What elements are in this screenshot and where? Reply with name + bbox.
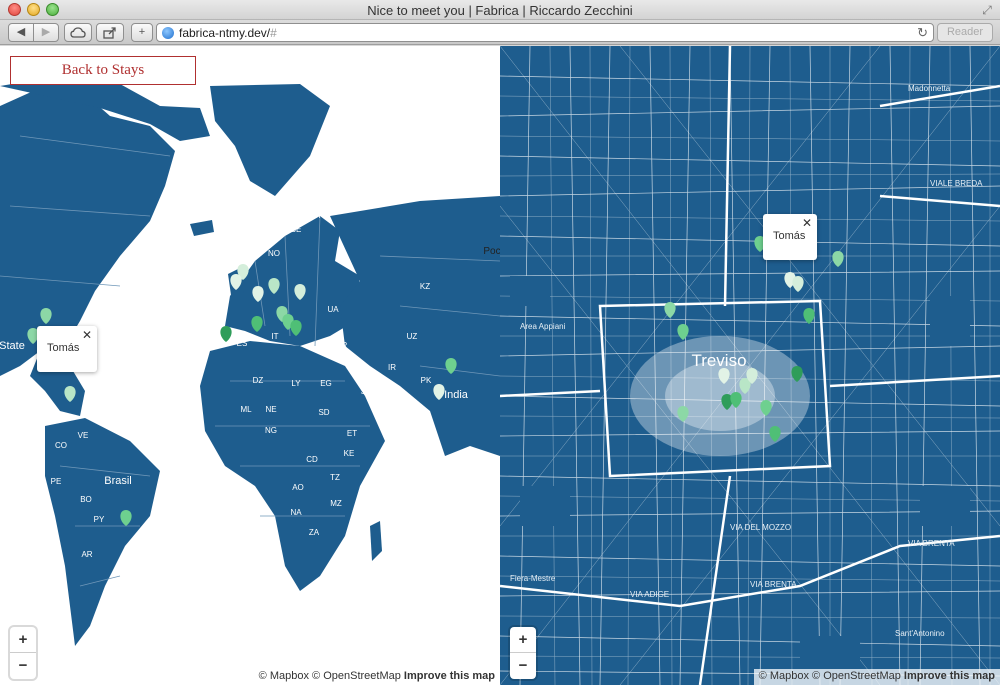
improve-map-link[interactable]: Improve this map	[904, 670, 995, 682]
back-to-stays-button[interactable]: Back to Stays	[10, 56, 196, 85]
popup-close-icon[interactable]: ✕	[802, 216, 812, 230]
country-label: ZA	[309, 528, 320, 537]
country-label: NO	[268, 249, 280, 258]
country-label: EG	[320, 379, 332, 388]
country-label: AR	[81, 550, 92, 559]
marker-popup: ✕ Tomás	[763, 214, 817, 260]
cloud-icon	[70, 27, 86, 38]
country-label: Brasil	[104, 475, 132, 487]
zoom-in-button[interactable]: +	[10, 627, 36, 653]
popup-close-icon[interactable]: ✕	[82, 328, 92, 342]
add-bookmark-button[interactable]: +	[131, 23, 153, 42]
country-label: VE	[78, 431, 89, 440]
street-label: Area Appiani	[520, 322, 566, 331]
browser-toolbar: ◀ ▶ + fabrica-ntmy.dev/# ↻ Reader	[0, 20, 1000, 45]
country-label: NG	[265, 426, 277, 435]
country-label: SD	[318, 408, 329, 417]
map-pin	[677, 324, 689, 340]
reload-icon[interactable]: ↻	[917, 25, 928, 41]
globe-icon	[162, 27, 174, 39]
mapbox-link[interactable]: © Mapbox	[259, 670, 309, 682]
country-label: India	[444, 389, 469, 401]
improve-map-link[interactable]: Improve this map	[404, 670, 495, 682]
country-label: UZ	[407, 332, 418, 341]
minimize-window-button[interactable]	[27, 3, 40, 16]
country-label: PY	[94, 515, 105, 524]
popup-name: Tomás	[773, 230, 806, 242]
world-zoom-control: + −	[10, 627, 36, 679]
region-label-fragment: Poc	[483, 246, 500, 257]
street-label: Sant'Antonino	[895, 629, 945, 638]
country-label: IR	[388, 363, 396, 372]
country-label: CD	[306, 455, 318, 464]
country-label: DZ	[253, 376, 264, 385]
country-label: KE	[344, 449, 355, 458]
country-label: SA	[361, 387, 372, 396]
fullscreen-icon[interactable]: ⤢	[980, 3, 994, 17]
window-title: Nice to meet you | Fabrica | Riccardo Ze…	[367, 3, 633, 18]
country-label: MZ	[330, 499, 342, 508]
share-button[interactable]	[96, 23, 124, 42]
country-label: AO	[292, 483, 304, 492]
map-pin	[832, 251, 844, 267]
close-window-button[interactable]	[8, 3, 21, 16]
street-label: Madonnetta	[908, 84, 951, 93]
icloud-tabs-button[interactable]	[64, 23, 92, 42]
zoom-out-button[interactable]: −	[510, 653, 536, 679]
world-map[interactable]: NO SE FI UA KZ ES IT TR UZ DZ LY EG SA I…	[0, 46, 500, 685]
street-label: VIA DEL MOZZO	[730, 523, 791, 532]
address-bar[interactable]: fabrica-ntmy.dev/# ↻	[156, 23, 934, 42]
country-label: ES	[237, 339, 248, 348]
city-label: Treviso	[691, 351, 746, 370]
map-attribution: © Mapbox © OpenStreetMap Improve this ma…	[753, 669, 1000, 685]
country-label: IT	[271, 332, 278, 341]
map-pin	[803, 308, 815, 324]
street-label: Fiera-Mestre	[510, 574, 556, 583]
share-icon	[103, 27, 116, 39]
zoom-in-button[interactable]: +	[510, 627, 536, 653]
country-label: KZ	[420, 282, 430, 291]
back-button[interactable]: ◀	[8, 23, 34, 42]
mapbox-link[interactable]: © Mapbox	[759, 670, 809, 682]
map-pin	[664, 302, 676, 318]
maximize-window-button[interactable]	[46, 3, 59, 16]
map-attribution: © Mapbox © OpenStreetMap Improve this ma…	[253, 669, 500, 685]
city-map-canvas: Treviso Madonnetta VIALE BREDA Area Appi…	[500, 46, 1000, 685]
osm-link[interactable]: © OpenStreetMap	[312, 670, 401, 682]
country-label: NE	[265, 405, 276, 414]
street-label: VIA ADIGE	[630, 590, 669, 599]
country-label: SE	[291, 225, 302, 234]
map-pin	[220, 326, 232, 342]
country-label: ML	[240, 405, 252, 414]
country-label: BO	[80, 495, 92, 504]
country-label: PE	[51, 477, 62, 486]
country-label: PK	[421, 376, 432, 385]
country-label: LY	[291, 379, 301, 388]
city-zoom-control: + −	[510, 627, 536, 679]
street-label: VIA BRENTA	[750, 580, 797, 589]
country-label: UA	[327, 305, 339, 314]
url-text[interactable]: fabrica-ntmy.dev/#	[179, 26, 277, 40]
country-label: CO	[55, 441, 67, 450]
popup-name: Tomás	[47, 342, 80, 354]
country-label: TR	[337, 341, 348, 350]
osm-link[interactable]: © OpenStreetMap	[812, 670, 901, 682]
country-label: TZ	[330, 473, 340, 482]
zoom-out-button[interactable]: −	[10, 653, 36, 679]
country-label: State	[0, 340, 25, 352]
map-pin	[792, 276, 804, 292]
reader-button[interactable]: Reader	[937, 23, 993, 42]
marker-popup: ✕ Tomás	[37, 326, 97, 372]
city-map[interactable]: Treviso Madonnetta VIALE BREDA Area Appi…	[500, 46, 1000, 685]
country-label: NA	[290, 508, 302, 517]
forward-button[interactable]: ▶	[33, 23, 59, 42]
street-label: VIA BRENTA	[908, 539, 955, 548]
window-titlebar: Nice to meet you | Fabrica | Riccardo Ze…	[0, 0, 1000, 20]
country-label: ET	[347, 429, 357, 438]
country-label: FI	[318, 211, 325, 220]
street-label: VIALE BREDA	[930, 179, 983, 188]
